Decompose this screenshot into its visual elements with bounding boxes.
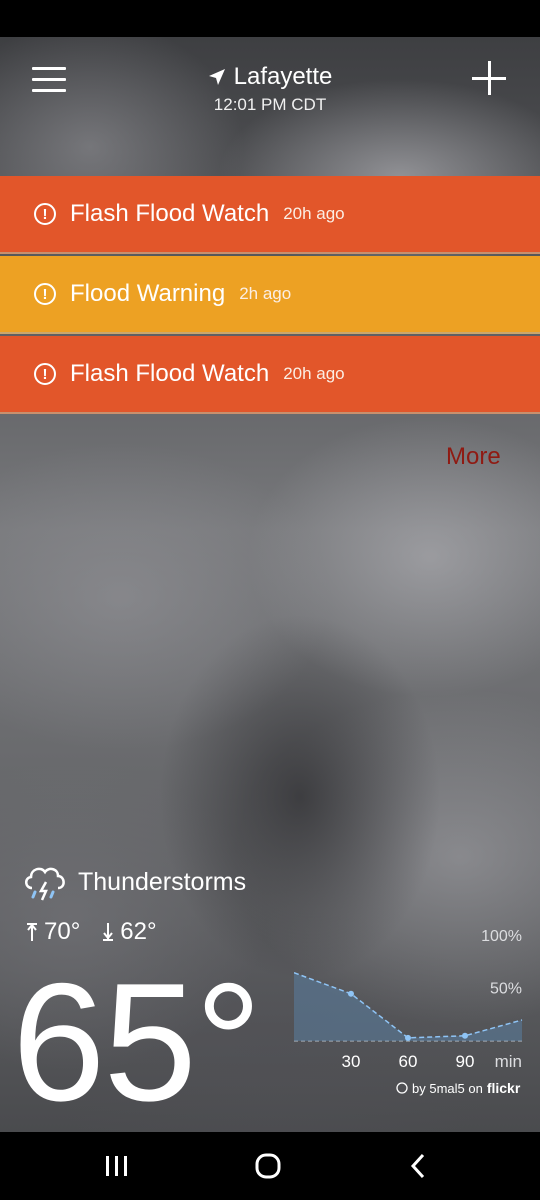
location-arrow-icon [208, 69, 225, 85]
precipitation-chart: 100% 50% 30 60 90 min [294, 928, 523, 1071]
x-tick-label: 90 [456, 1052, 475, 1071]
location-time: 12:01 PM CDT [213, 95, 327, 114]
alert-banner[interactable]: ! Flash Flood Watch 20h ago [0, 336, 540, 414]
alert-time: 2h ago [239, 284, 292, 303]
more-alerts-link[interactable]: More [446, 443, 501, 471]
high-low: 70° 62° [26, 918, 179, 946]
top-bar: Lafayette 12:01 PM CDT [0, 37, 540, 127]
photo-credit[interactable]: by 5mal5 on flickr [396, 1080, 520, 1096]
x-tick-label: 30 [342, 1052, 361, 1071]
current-condition: Thunderstorms [22, 862, 246, 902]
low-temp-icon [103, 923, 114, 941]
current-temperature: 65° [12, 948, 262, 1136]
recent-apps-icon[interactable] [104, 1152, 130, 1180]
alert-time: 20h ago [283, 364, 345, 383]
menu-icon[interactable] [32, 67, 66, 93]
credit-text: by 5mal5 on [412, 1080, 483, 1096]
x-unit-label: min [495, 1052, 522, 1071]
thunderstorm-icon [25, 867, 65, 901]
condition-label: Thunderstorms [78, 867, 247, 896]
alert-banner[interactable]: ! Flood Warning 2h ago [0, 256, 540, 334]
alert-title: Flood Warning [70, 280, 226, 307]
alert-icon: ! [34, 363, 56, 385]
chart-point [348, 990, 354, 997]
location-header[interactable]: Lafayette 12:01 PM CDT [140, 63, 400, 115]
y-tick-label: 50% [490, 981, 522, 998]
x-tick-label: 60 [399, 1052, 418, 1071]
alert-title: Flash Flood Watch [70, 360, 270, 387]
high-temp: 70° [44, 918, 81, 945]
chart-area [294, 972, 522, 1041]
alert-time: 20h ago [283, 204, 345, 223]
alert-icon: ! [34, 283, 56, 305]
alert-banner[interactable]: ! Flash Flood Watch 20h ago [0, 176, 540, 254]
high-temp-icon [27, 923, 37, 941]
flickr-logo: flickr [486, 1080, 521, 1096]
copyright-icon [396, 1082, 408, 1094]
location-name: Lafayette [233, 63, 333, 90]
home-icon[interactable] [254, 1152, 282, 1180]
alert-title: Flash Flood Watch [70, 200, 270, 227]
chart-point [462, 1032, 468, 1039]
low-temp: 62° [120, 918, 157, 945]
navigation-bar [0, 1132, 540, 1200]
alert-icon: ! [34, 203, 56, 225]
chart-point [405, 1034, 411, 1041]
back-icon[interactable] [408, 1152, 428, 1180]
status-bar [0, 0, 540, 37]
y-tick-label: 100% [481, 928, 522, 945]
add-location-icon[interactable] [472, 61, 508, 97]
